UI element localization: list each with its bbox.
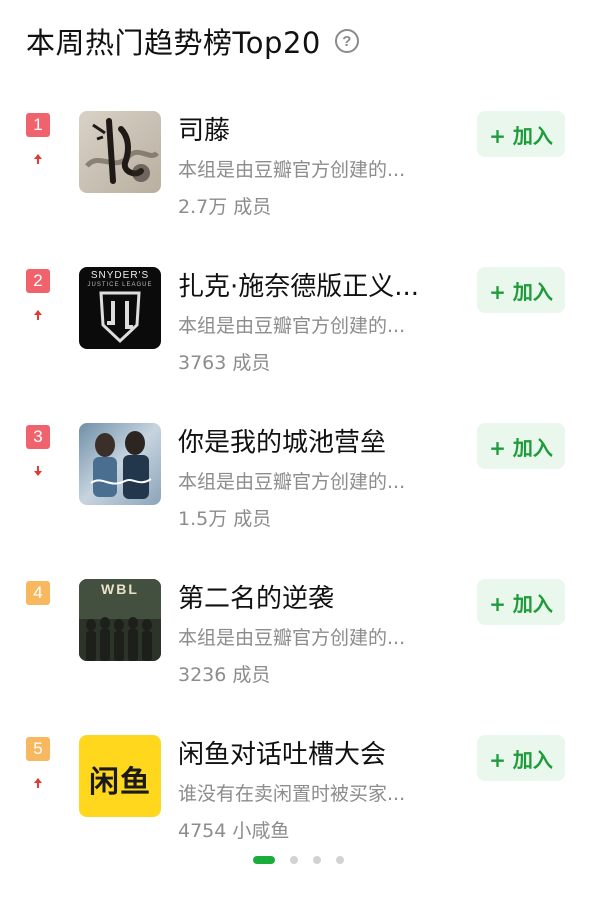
help-icon[interactable]: ? [334,29,359,53]
member-count: 4754 小咸鱼 [178,820,290,842]
trend-up-icon [34,778,42,788]
list-item[interactable]: 1 司藤 本组是由豆瓣官方创建的... 2.7万 成员 + 加入 [0,100,590,256]
join-button[interactable]: + 加入 [477,579,565,625]
trend-down-icon [34,466,42,476]
member-count: 3763 成员 [178,352,271,374]
page-dot[interactable] [335,856,344,864]
page-dot-active[interactable] [252,856,275,864]
join-button[interactable]: + 加入 [477,111,565,157]
group-description: 本组是由豆瓣官方创建的... [178,471,406,493]
group-thumbnail[interactable] [79,423,161,505]
join-button[interactable]: + 加入 [477,423,565,469]
xianyu-logo-text: 闲鱼 [89,765,151,800]
list-item[interactable]: 2 SNYDER'S JUSTICE LEAGUE 扎克·施奈德版正义... 本… [0,256,590,412]
rank-badge: 5 [26,737,50,761]
rank-badge: 2 [26,269,50,293]
pagination-dots [0,856,590,864]
group-name[interactable]: 你是我的城池营垒 [178,422,386,459]
rank-badge: 3 [26,425,50,449]
trend-up-icon [34,310,42,320]
join-button[interactable]: + 加入 [477,735,565,781]
member-count: 3236 成员 [178,664,271,686]
group-thumbnail[interactable]: 闲鱼 [79,735,161,817]
group-name[interactable]: 闲鱼对话吐槽大会 [178,734,386,771]
join-button[interactable]: + 加入 [477,267,565,313]
group-name[interactable]: 扎克·施奈德版正义... [178,266,419,303]
trending-group-list: 1 司藤 本组是由豆瓣官方创建的... 2.7万 成员 + 加入 2 SNYDE… [0,100,590,880]
member-count: 2.7万 成员 [178,196,272,218]
page-title: 本周热门趋势榜Top20 [26,26,321,60]
rank-badge: 1 [26,113,50,137]
list-item[interactable]: 3 你是我的城池营垒 本组是由豆瓣官方创建的... 1.5万 成员 + 加入 [0,412,590,568]
group-name[interactable]: 司藤 [178,110,230,147]
thumb-caption: WBL [101,581,139,597]
group-name[interactable]: 第二名的逆袭 [178,578,334,615]
trend-up-icon [34,154,42,164]
group-description: 谁没有在卖闲置时被买家... [178,783,406,805]
member-count: 1.5万 成员 [178,508,272,530]
group-description: 本组是由豆瓣官方创建的... [178,315,406,337]
rank-badge: 4 [26,581,50,605]
group-description: 本组是由豆瓣官方创建的... [178,627,406,649]
list-item[interactable]: 4 WBL 第二名的逆袭 本组是由豆瓣官方创建的... 3236 成员 + 加入 [0,568,590,724]
group-thumbnail[interactable] [79,111,161,193]
group-description: 本组是由豆瓣官方创建的... [178,159,406,181]
group-thumbnail[interactable]: SNYDER'S JUSTICE LEAGUE [79,267,161,349]
header: 本周热门趋势榜Top20 ? [26,18,359,64]
group-thumbnail[interactable]: WBL [79,579,161,661]
page-dot[interactable] [312,856,321,864]
page-dot[interactable] [289,856,298,864]
